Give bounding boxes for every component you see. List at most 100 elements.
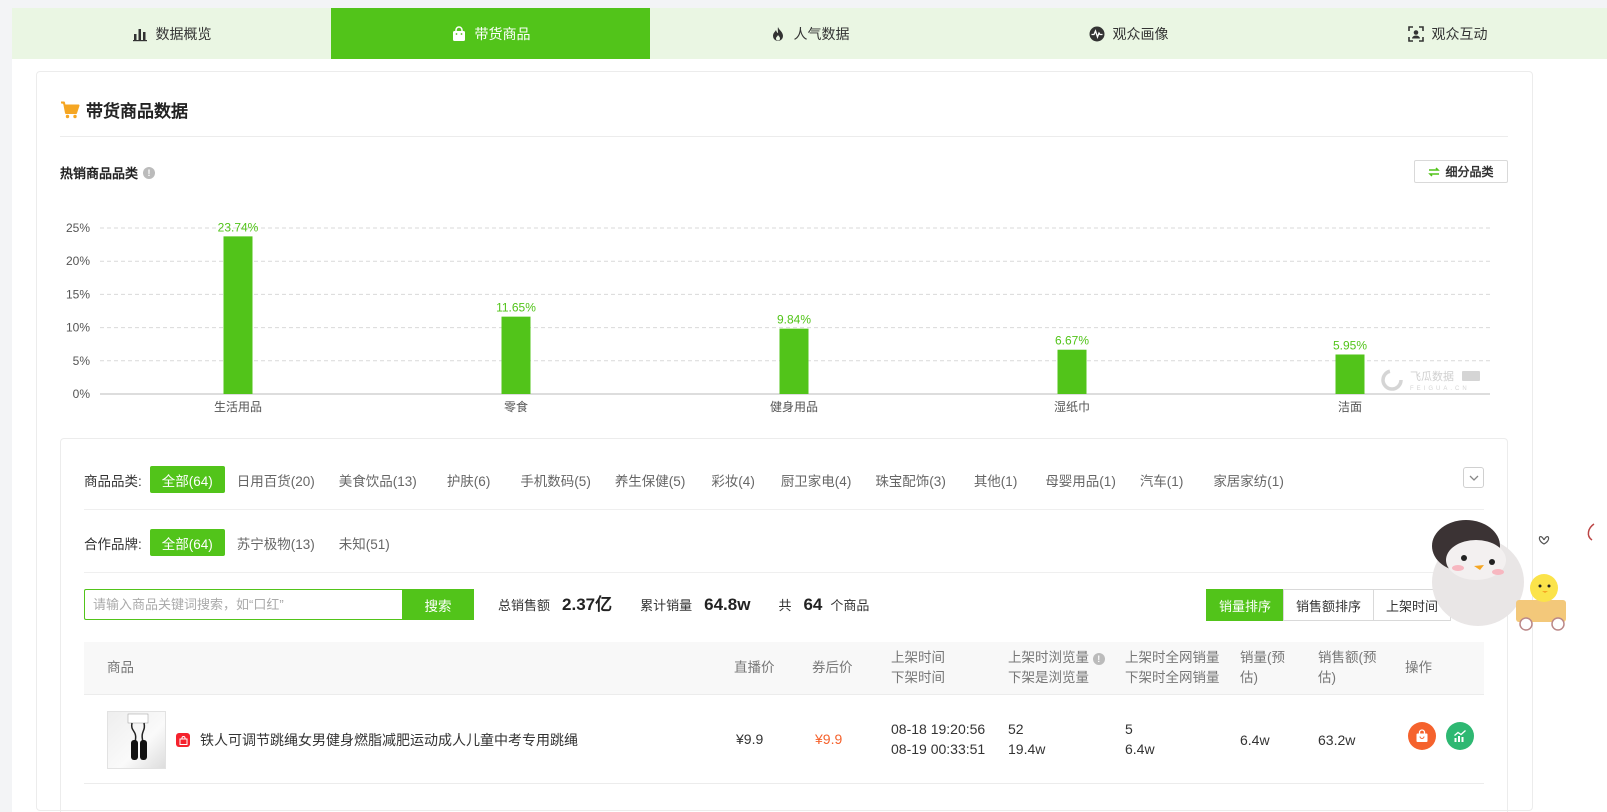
sort-by-amount-button[interactable]: 销售额排序 bbox=[1283, 589, 1375, 621]
bar[interactable] bbox=[223, 236, 253, 394]
divider bbox=[60, 136, 1508, 137]
tab-popularity[interactable]: 人气数据 bbox=[650, 8, 969, 59]
search-box: 搜索 bbox=[84, 589, 474, 620]
user-frame-icon bbox=[1407, 25, 1424, 42]
hot-category-title-text: 热销商品品类 bbox=[60, 166, 139, 181]
col-live-price[interactable]: 直播价 bbox=[734, 658, 775, 678]
brand-filter-row: 合作品牌: 全部(64) 苏宁极物(13) 未知(51) bbox=[84, 529, 402, 556]
col-amount[interactable]: 销售额(预估) bbox=[1318, 648, 1384, 688]
col-views: 上架时浏览量 ! 下架是浏览量 bbox=[1008, 648, 1105, 688]
product-count-suffix: 个商品 bbox=[830, 598, 870, 613]
bar-value-label: 23.74% bbox=[218, 220, 259, 234]
total-sales-label: 总销售额 bbox=[498, 598, 551, 613]
info-icon[interactable]: ! bbox=[1092, 653, 1105, 665]
expand-categories-button[interactable] bbox=[1463, 467, 1484, 488]
category-chip[interactable]: 家居家纺(1) bbox=[1195, 466, 1292, 493]
hot-category-bar-chart: 0% 5% 10% 15% 20% 25% 23.74% 生活用品 11.65% 零食 9.84% 健… bbox=[66, 220, 1490, 414]
search-input[interactable] bbox=[84, 589, 402, 620]
live-price: ¥9.9 bbox=[736, 731, 764, 747]
trend-analysis-button[interactable] bbox=[1446, 722, 1474, 750]
y-tick-label: 0% bbox=[73, 387, 91, 401]
col-shelf-time: 上架时间 下架时间 bbox=[891, 648, 945, 688]
y-tick-label: 5% bbox=[73, 354, 91, 368]
search-button[interactable]: 搜索 bbox=[402, 589, 474, 620]
shop-button[interactable] bbox=[1408, 722, 1436, 750]
category-chip[interactable]: 护肤(6) bbox=[429, 466, 509, 493]
network-sales: 5 6.4w bbox=[1125, 719, 1155, 759]
category-chip[interactable]: 母婴用品(1) bbox=[1033, 466, 1128, 493]
col-network-sales: 上架时全网销量 下架时全网销量 bbox=[1125, 648, 1220, 688]
info-icon[interactable]: ! bbox=[143, 166, 156, 179]
section-title: 带货商品数据 bbox=[60, 97, 188, 122]
col-product: 商品 bbox=[107, 660, 134, 675]
amount: 63.2w bbox=[1318, 732, 1356, 748]
watermark-logo: 飞瓜数据 FEIGUA.CN bbox=[1381, 369, 1480, 392]
col-volume[interactable]: 销量(预估) bbox=[1240, 648, 1292, 688]
col-on-views-label: 上架时浏览量 bbox=[1008, 650, 1089, 665]
subcategory-button-label: 细分品类 bbox=[1445, 165, 1494, 179]
tab-audience-profile[interactable]: 观众画像 bbox=[969, 8, 1288, 59]
bar[interactable] bbox=[1335, 354, 1365, 394]
bar-value-label: 11.65% bbox=[496, 301, 536, 315]
bar[interactable] bbox=[779, 328, 809, 394]
section-title-text: 带货商品数据 bbox=[86, 102, 188, 121]
bar[interactable] bbox=[501, 316, 531, 394]
off-time: 08-19 00:33:51 bbox=[891, 741, 986, 757]
category-filter-row: 商品品类: 全部(64) 日用百货(20) 美食饮品(13) 护肤(6) 手机数… bbox=[84, 466, 1292, 493]
divider bbox=[84, 572, 1484, 573]
category-chip[interactable]: 珠宝配饰(3) bbox=[863, 466, 958, 493]
category-chip[interactable]: 养生保健(5) bbox=[603, 466, 698, 493]
category-chip[interactable]: 其他(1) bbox=[958, 466, 1034, 493]
tab-label: 带货商品 bbox=[474, 25, 531, 42]
tab-label: 人气数据 bbox=[793, 25, 850, 42]
brand-filter-label: 合作品牌: bbox=[84, 536, 142, 552]
tab-label: 观众互动 bbox=[1431, 25, 1488, 42]
tab-overview[interactable]: 数据概览 bbox=[12, 8, 331, 59]
hot-category-title: 热销商品品类 ! bbox=[60, 163, 156, 182]
total-volume-value: 64.8w bbox=[704, 595, 751, 614]
category-chip[interactable]: 厨卫家电(4) bbox=[769, 466, 864, 493]
shelf-times: 08-18 19:20:56 08-19 00:33:51 bbox=[891, 719, 985, 759]
views: 52 19.4w bbox=[1008, 719, 1045, 759]
brand-chip[interactable]: 苏宁极物(13) bbox=[225, 529, 327, 556]
category-chip[interactable]: 汽车(1) bbox=[1128, 466, 1196, 493]
category-chip[interactable]: 手机数码(5) bbox=[508, 466, 603, 493]
watermark-text: 飞瓜数据 bbox=[1410, 369, 1454, 383]
on-sales: 5 bbox=[1125, 721, 1133, 737]
tab-products[interactable]: 带货商品 bbox=[331, 8, 650, 59]
y-tick-label: 10% bbox=[66, 321, 90, 335]
x-tick-label: 湿纸巾 bbox=[1054, 399, 1090, 414]
col-on-time: 上架时间 bbox=[891, 650, 945, 665]
category-chip[interactable]: 彩妆(4) bbox=[697, 466, 769, 493]
col-coupon-price[interactable]: 券后价 bbox=[812, 658, 853, 678]
brand-chip[interactable]: 未知(51) bbox=[327, 529, 402, 556]
on-time: 08-18 19:20:56 bbox=[891, 721, 986, 737]
sort-by-volume-button[interactable]: 销量排序 bbox=[1206, 589, 1285, 621]
col-off-time: 下架时间 bbox=[891, 670, 945, 685]
category-chip[interactable]: 日用百货(20) bbox=[225, 466, 327, 493]
x-tick-label: 洁面 bbox=[1338, 400, 1362, 414]
brand-chip[interactable]: 全部(64) bbox=[149, 529, 225, 556]
flame-icon bbox=[772, 26, 783, 41]
tab-audience-interaction[interactable]: 观众互动 bbox=[1288, 8, 1607, 59]
on-views: 52 bbox=[1008, 721, 1024, 737]
svg-text:FEIGUA.CN: FEIGUA.CN bbox=[1410, 386, 1470, 392]
cart-icon bbox=[61, 101, 80, 118]
divider bbox=[84, 509, 1484, 510]
subcategory-button[interactable]: 细分品类 bbox=[1414, 160, 1508, 183]
col-on-views: 上架时浏览量 ! bbox=[1008, 648, 1105, 668]
category-chip[interactable]: 美食饮品(13) bbox=[327, 466, 429, 493]
bar[interactable] bbox=[1057, 349, 1087, 394]
product-count-prefix: 共 bbox=[778, 598, 792, 613]
tab-label: 观众画像 bbox=[1112, 25, 1169, 42]
col-off-sales: 下架时全网销量 bbox=[1125, 670, 1220, 685]
off-sales: 6.4w bbox=[1125, 741, 1155, 757]
category-chip[interactable]: 全部(64) bbox=[149, 466, 225, 493]
off-views: 19.4w bbox=[1008, 741, 1046, 757]
switch-icon bbox=[1428, 166, 1441, 177]
product-title[interactable]: 铁人可调节跳绳女男健身燃脂减肥运动成人儿童中考专用跳绳 bbox=[200, 730, 578, 750]
product-thumbnail[interactable] bbox=[107, 711, 166, 769]
coupon-price: ¥9.9 bbox=[815, 731, 843, 747]
x-tick-label: 零食 bbox=[504, 399, 528, 414]
chevron-down-icon bbox=[1469, 475, 1478, 481]
